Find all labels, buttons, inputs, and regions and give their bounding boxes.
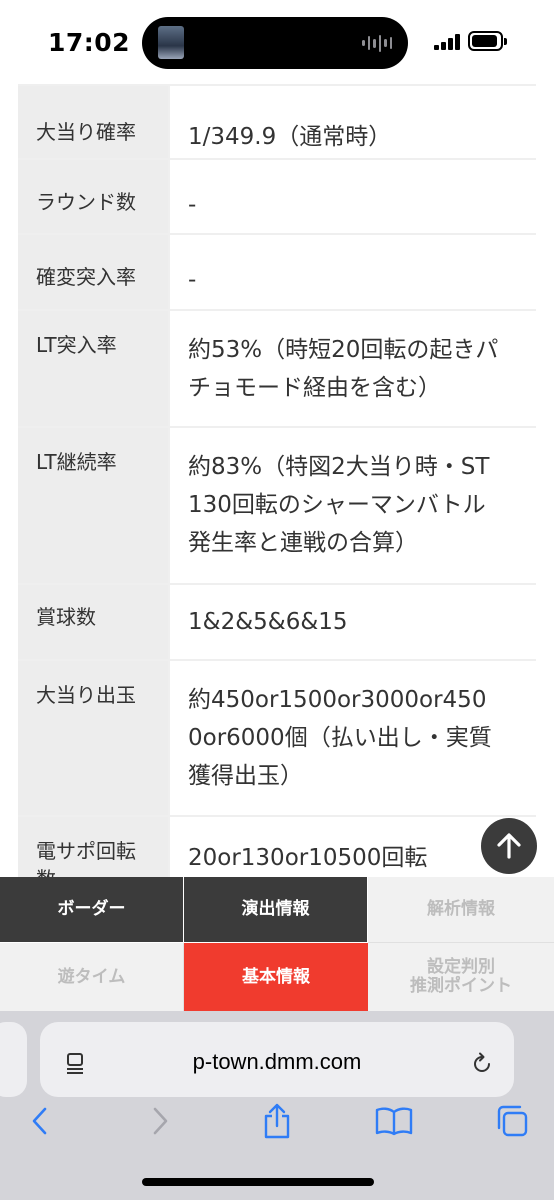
chevron-left-icon (32, 1107, 47, 1135)
dynamic-island[interactable] (142, 17, 408, 69)
status-bar: 17:02 (0, 0, 554, 84)
browser-toolbar (0, 1099, 554, 1163)
previous-tab-peek[interactable] (0, 1022, 27, 1097)
forward-button[interactable] (140, 1099, 180, 1143)
book-icon (375, 1107, 413, 1136)
address-bar[interactable]: p-town.dmm.com (40, 1022, 514, 1097)
row-value: - (168, 160, 536, 233)
back-button[interactable] (20, 1099, 60, 1143)
chevron-right-icon (153, 1107, 168, 1135)
bottom-tab-nav: ボーダー 演出情報 解析情報 遊タイム 基本情報 設定判別 推測ポイント (0, 877, 554, 1011)
row-label: LT継続率 (18, 428, 168, 583)
row-value: 1&2&5&6&15 (168, 585, 536, 659)
row-label: 確変突入率 (18, 235, 168, 309)
row-label: 大当り出玉 (18, 661, 168, 815)
now-playing-artwork (158, 26, 184, 59)
tabs-icon (497, 1105, 528, 1137)
arrow-up-icon (497, 833, 521, 859)
table-row: LT継続率 約83%（特図2大当り時・ST 130回転のシャーマンバトル 発生率… (18, 428, 536, 585)
tab-play-time[interactable]: 遊タイム (0, 943, 184, 1011)
tab-analysis[interactable]: 解析情報 (368, 877, 554, 943)
home-indicator (142, 1178, 374, 1186)
tabs-button[interactable] (492, 1099, 532, 1143)
url-text: p-town.dmm.com (192, 1049, 362, 1074)
screen: 17:02 大当り確率 1/349.9（通常時） ラウンド数 - 確変突入率 -… (0, 0, 554, 1200)
table-row: ラウンド数 - (18, 160, 536, 235)
bookmarks-button[interactable] (374, 1099, 414, 1143)
row-value: 1/349.9（通常時） (168, 86, 536, 158)
table-row: LT突入率 約53%（時短20回転の起きパ チョモード経由を含む） (18, 311, 536, 428)
share-icon (264, 1103, 290, 1139)
battery-icon (468, 31, 507, 51)
table-row: 確変突入率 - (18, 235, 536, 311)
reload-icon[interactable] (470, 1052, 494, 1076)
row-value: 約53%（時短20回転の起きパ チョモード経由を含む） (168, 311, 536, 426)
table-row: 大当り確率 1/349.9（通常時） (18, 84, 536, 160)
tab-setting-line2: 推測ポイント (410, 976, 512, 996)
tab-setting-judgement[interactable]: 設定判別 推測ポイント (368, 943, 554, 1011)
row-label: LT突入率 (18, 311, 168, 426)
scroll-to-top-button[interactable] (481, 818, 537, 874)
row-label: ラウンド数 (18, 160, 168, 233)
tab-basic-info[interactable]: 基本情報 (184, 943, 368, 1011)
tab-effects[interactable]: 演出情報 (184, 877, 368, 943)
tab-setting-line1: 設定判別 (427, 957, 495, 977)
row-value: 約450or1500or3000or450 0or6000個（払い出し・実質 獲… (168, 661, 536, 815)
row-value: - (168, 235, 536, 309)
cellular-signal-icon (434, 34, 461, 50)
share-button[interactable] (257, 1099, 297, 1143)
table-row: 賞球数 1&2&5&6&15 (18, 585, 536, 661)
spec-table: 大当り確率 1/349.9（通常時） ラウンド数 - 確変突入率 - LT突入率… (18, 84, 536, 893)
table-row: 大当り出玉 約450or1500or3000or450 0or6000個（払い出… (18, 661, 536, 817)
row-value: 約83%（特図2大当り時・ST 130回転のシャーマンバトル 発生率と連戦の合算… (168, 428, 536, 583)
tab-border[interactable]: ボーダー (0, 877, 184, 943)
audio-waveform-icon (362, 34, 392, 52)
status-time: 17:02 (48, 28, 131, 57)
browser-chrome: p-town.dmm.com (0, 1011, 554, 1200)
row-label: 大当り確率 (18, 86, 168, 158)
row-label: 賞球数 (18, 585, 168, 659)
